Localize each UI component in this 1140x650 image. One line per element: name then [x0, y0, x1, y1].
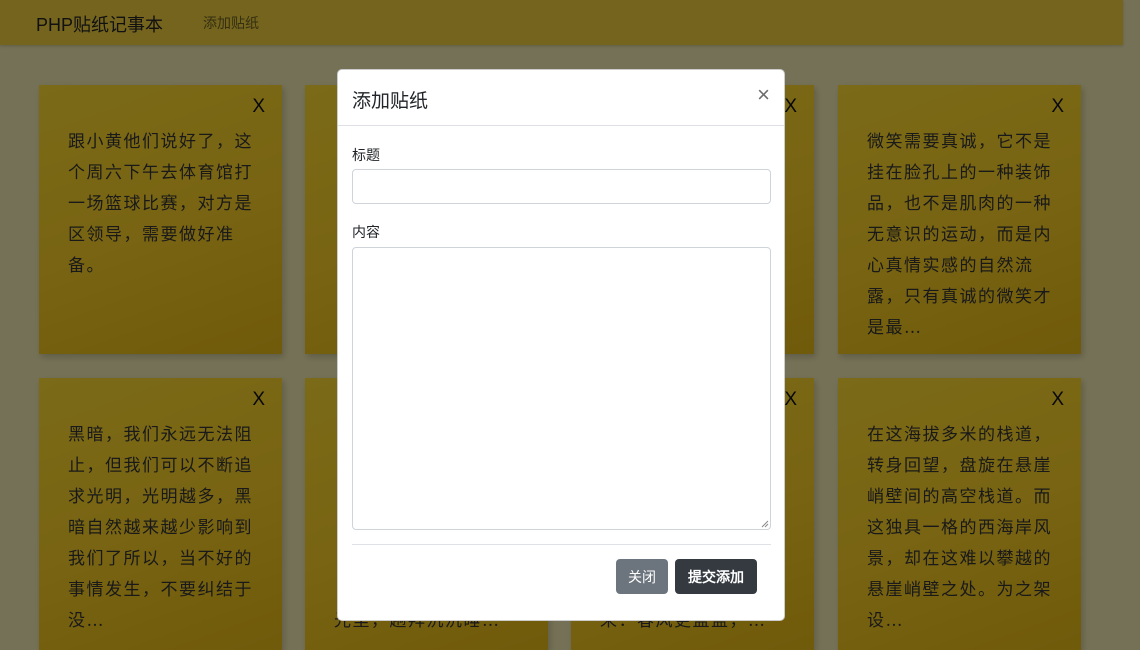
- close-button[interactable]: 关闭: [616, 559, 668, 594]
- close-icon[interactable]: ×: [757, 84, 770, 106]
- title-label: 标题: [352, 147, 380, 163]
- content-label: 内容: [352, 224, 380, 240]
- header-divider: [338, 125, 784, 126]
- resize-handle-icon[interactable]: [761, 520, 769, 528]
- submit-add-button[interactable]: 提交添加: [675, 559, 757, 594]
- add-note-dialog: 添加贴纸 × 标题 内容 关闭 提交添加: [337, 69, 785, 621]
- title-input[interactable]: [352, 169, 771, 204]
- content-textarea[interactable]: [352, 247, 771, 530]
- dialog-title: 添加贴纸: [352, 91, 429, 112]
- footer-divider: [352, 544, 771, 545]
